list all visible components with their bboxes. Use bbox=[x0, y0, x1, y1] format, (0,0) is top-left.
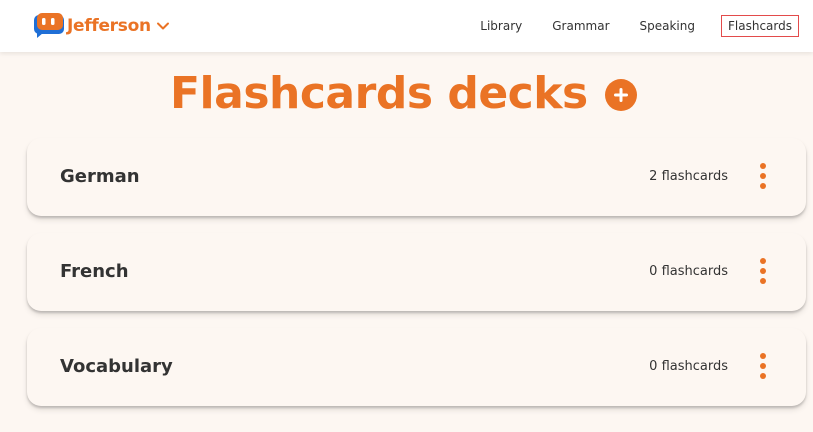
deck-flashcard-count: 0 flashcards bbox=[649, 264, 728, 279]
add-deck-button[interactable] bbox=[605, 79, 637, 111]
nav-item-grammar[interactable]: Grammar bbox=[548, 15, 613, 37]
jefferson-logo-icon bbox=[34, 13, 64, 38]
deck-name: German bbox=[60, 166, 140, 187]
title-row: Flashcards decks bbox=[0, 66, 813, 126]
plus-circle-icon bbox=[614, 88, 628, 102]
deck-flashcard-count: 0 flashcards bbox=[649, 359, 728, 374]
nav-item-library[interactable]: Library bbox=[476, 15, 526, 37]
chevron-down-icon bbox=[156, 22, 169, 30]
page-title: Flashcards decks bbox=[170, 68, 588, 119]
nav-item-flashcards[interactable]: Flashcards bbox=[721, 15, 799, 37]
deck-menu-button[interactable] bbox=[756, 352, 770, 382]
deck-card-french[interactable]: French 0 flashcards bbox=[27, 233, 806, 311]
kebab-menu-icon bbox=[760, 163, 766, 189]
brand-name: Jefferson bbox=[67, 16, 151, 36]
deck-card-vocabulary[interactable]: Vocabulary 0 flashcards bbox=[27, 328, 806, 406]
nav-item-speaking[interactable]: Speaking bbox=[636, 15, 699, 37]
deck-card-german[interactable]: German 2 flashcards bbox=[27, 138, 806, 216]
main-nav: Library Grammar Speaking Flashcards bbox=[476, 15, 799, 37]
top-navigation-bar: Jefferson Library Grammar Speaking Flash… bbox=[0, 0, 813, 52]
kebab-menu-icon bbox=[760, 353, 766, 379]
brand-switcher[interactable]: Jefferson bbox=[33, 11, 170, 41]
flashcards-page: Jefferson Library Grammar Speaking Flash… bbox=[0, 0, 813, 432]
deck-name: Vocabulary bbox=[60, 356, 173, 377]
deck-list: German 2 flashcards French 0 flashcards bbox=[27, 138, 806, 423]
deck-flashcard-count: 2 flashcards bbox=[649, 169, 728, 184]
kebab-menu-icon bbox=[760, 258, 766, 284]
deck-name: French bbox=[60, 261, 129, 282]
deck-menu-button[interactable] bbox=[756, 162, 770, 192]
deck-menu-button[interactable] bbox=[756, 257, 770, 287]
